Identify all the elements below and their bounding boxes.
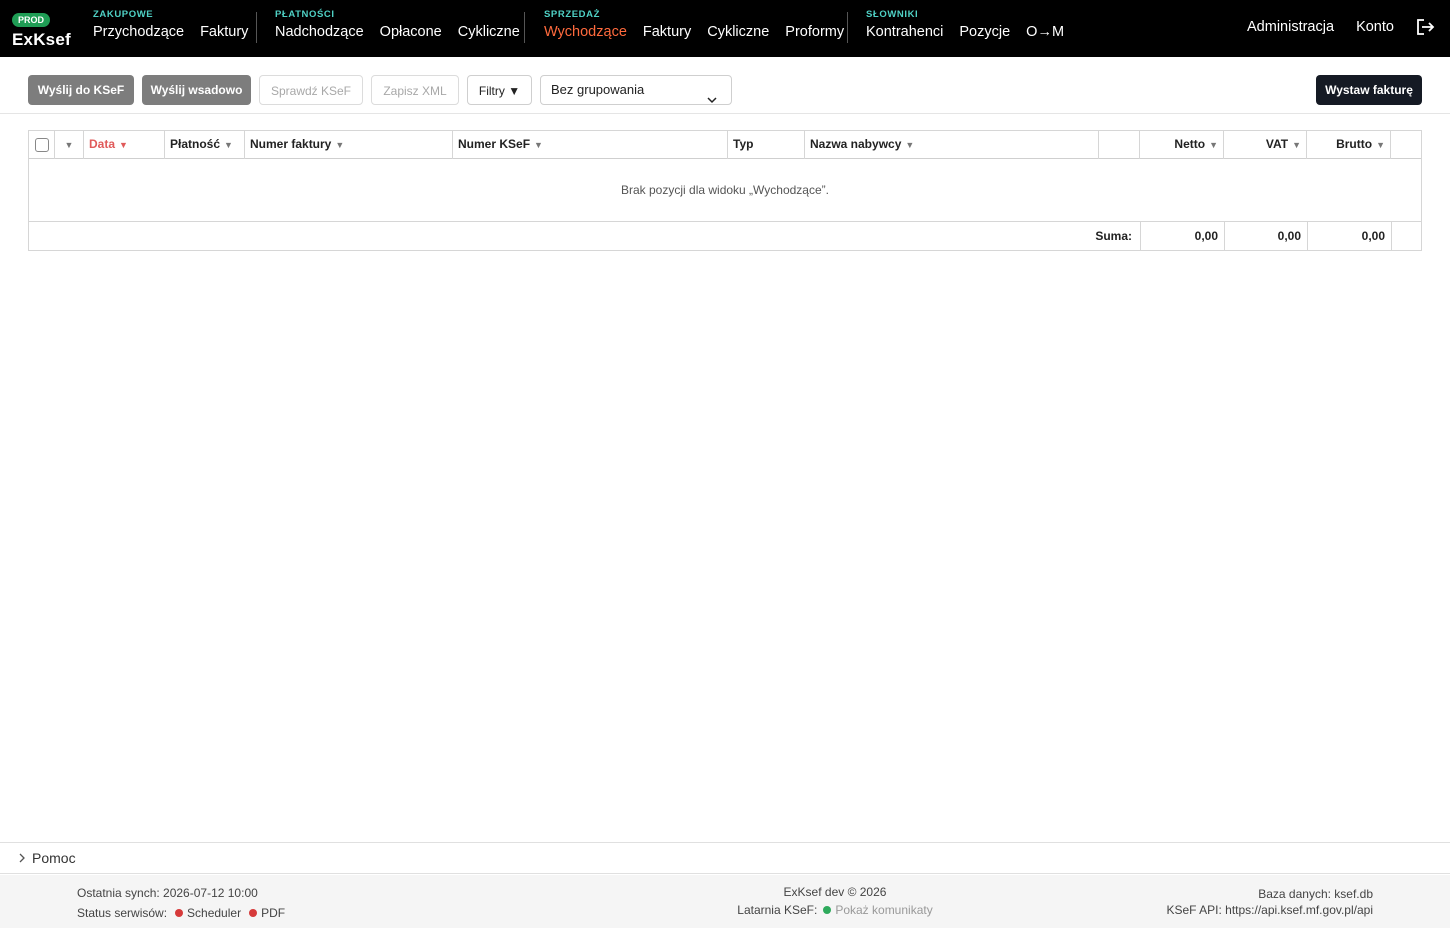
column-label-payment: Płatność <box>170 137 221 151</box>
empty-state-message: Brak pozycji dla widoku „Wychodzące”. <box>29 159 1421 222</box>
row-menu-column[interactable]: ▼ <box>55 131 84 159</box>
nav-item-upcoming[interactable]: Nadchodzące <box>275 24 364 40</box>
chevron-right-icon <box>18 843 26 863</box>
nav-item-positions[interactable]: Pozycje <box>959 24 1010 40</box>
sort-arrow-icon: ▼ <box>1376 140 1385 150</box>
column-header-invoice-number[interactable]: Numer faktury ▼ <box>245 131 453 159</box>
nav-item-account[interactable]: Konto <box>1356 19 1394 35</box>
nav-item-outgoing[interactable]: Wychodzące <box>544 24 627 40</box>
footer: Ostatnia synch: 2026-07-12 10:00 Status … <box>0 875 1450 928</box>
sort-arrow-icon: ▼ <box>534 140 543 150</box>
show-messages-link[interactable]: Pokaż komunikaty <box>835 903 932 917</box>
select-all-cell <box>29 131 55 159</box>
sum-vat: 0,00 <box>1224 222 1307 250</box>
column-header-payment[interactable]: Płatność ▼ <box>165 131 245 159</box>
nav-item-recurring-payments[interactable]: Cykliczne <box>458 24 520 40</box>
select-all-checkbox[interactable] <box>35 138 49 152</box>
column-header-ksef-number[interactable]: Numer KSeF ▼ <box>453 131 728 159</box>
save-xml-button[interactable]: Zapisz XML <box>371 75 459 105</box>
api-text: KSeF API: https://api.ksef.mf.gov.pl/api <box>1166 903 1373 917</box>
column-label-vat: VAT <box>1265 137 1289 151</box>
column-label-gross: Brutto <box>1336 137 1373 151</box>
send-batch-button[interactable]: Wyślij wsadowo <box>142 75 251 105</box>
top-navbar: PROD ExKsef ZAKUPOWE Przychodzące Faktury… <box>0 0 1450 57</box>
brand[interactable]: PROD ExKsef <box>12 10 71 50</box>
nav-item-incoming[interactable]: Przychodzące <box>93 24 184 40</box>
column-header-spacer <box>1099 131 1140 159</box>
env-badge: PROD <box>12 13 51 27</box>
column-label-buyer: Nazwa nabywcy <box>810 137 902 151</box>
grouping-select-value: Bez grupowania <box>551 82 645 97</box>
chevron-down-icon <box>707 86 717 104</box>
nav-item-recurring-sales[interactable]: Cykliczne <box>707 24 769 40</box>
help-toggle[interactable]: Pomoc <box>0 842 1450 874</box>
sort-desc-icon: ▼ <box>119 140 128 150</box>
column-header-date[interactable]: Data ▼ <box>84 131 165 159</box>
column-header-vat[interactable]: VAT ▼ <box>1224 131 1307 159</box>
nav-divider <box>847 12 848 43</box>
nav-group-label: ZAKUPOWE <box>93 9 154 20</box>
beacon-label: Latarnia KSeF: <box>737 903 818 917</box>
send-ksef-button[interactable]: Wyślij do KSeF <box>28 75 134 105</box>
table-sum-row: Suma: 0,00 0,00 0,00 <box>29 222 1421 250</box>
column-header-gross[interactable]: Brutto ▼ <box>1307 131 1391 159</box>
nav-group-label: PŁATNOŚCI <box>275 9 335 20</box>
nav-item-purchase-invoices[interactable]: Faktury <box>200 24 248 40</box>
column-label-date: Data <box>89 137 116 151</box>
toolbar: Wyślij do KSeF Wyślij wsadowo Sprawdź KS… <box>0 57 1450 114</box>
sort-arrow-icon: ▼ <box>1292 140 1301 150</box>
nav-divider <box>524 12 525 43</box>
nav-item-administration[interactable]: Administracja <box>1247 19 1334 35</box>
column-label-ksef-number: Numer KSeF <box>458 137 531 151</box>
beacon-status-dot <box>823 906 832 914</box>
issue-invoice-button[interactable]: Wystaw fakturę <box>1316 75 1422 105</box>
nav-item-proforma[interactable]: Proformy <box>785 24 844 40</box>
nav-group-label: SPRZEDAŻ <box>544 9 600 20</box>
footer-info: Baza danych: ksef.db KSeF API: https://a… <box>1166 886 1373 918</box>
sort-arrow-icon: ▼ <box>1209 140 1218 150</box>
column-label-type: Typ <box>733 137 754 151</box>
column-label-net: Netto <box>1174 137 1206 151</box>
nav-group-label: SŁOWNIKI <box>866 9 919 20</box>
nav-divider <box>256 12 257 43</box>
nav-item-contractors[interactable]: Kontrahenci <box>866 24 943 40</box>
column-menu-arrow-icon: ▼ <box>64 140 74 150</box>
sort-arrow-icon: ▼ <box>224 140 233 150</box>
column-header-type[interactable]: Typ <box>728 131 805 159</box>
nav-right: Administracja Konto <box>1229 19 1436 35</box>
invoices-table: ▼ Data ▼ Płatność ▼ Numer faktury ▼ Numer K… <box>28 130 1422 251</box>
table-header: ▼ Data ▼ Płatność ▼ Numer faktury ▼ Numer K… <box>29 131 1421 159</box>
nav-item-mapping[interactable]: O→M <box>1026 24 1064 40</box>
logout-icon[interactable] <box>1416 19 1436 36</box>
sum-spacer <box>1391 222 1421 250</box>
nav-item-paid[interactable]: Opłacone <box>380 24 442 40</box>
sort-arrow-icon: ▼ <box>335 140 345 150</box>
nav-item-sales-invoices[interactable]: Faktury <box>643 24 691 40</box>
sort-arrow-icon: ▼ <box>905 140 915 150</box>
sum-gross: 0,00 <box>1307 222 1391 250</box>
app-name: ExKsef <box>12 30 71 49</box>
column-label-invoice-number: Numer faktury <box>250 137 332 151</box>
column-header-net[interactable]: Netto ▼ <box>1140 131 1224 159</box>
sum-label: Suma: <box>1095 229 1132 243</box>
sum-net: 0,00 <box>1140 222 1224 250</box>
grouping-select[interactable]: Bez grupowania <box>540 75 732 105</box>
help-label: Pomoc <box>32 850 76 866</box>
database-text: Baza danych: ksef.db <box>1258 887 1373 901</box>
column-header-buyer[interactable]: Nazwa nabywcy ▼ <box>805 131 1099 159</box>
check-ksef-button[interactable]: Sprawdź KSeF <box>259 75 363 105</box>
filters-button[interactable]: Filtry ▼ <box>467 75 532 105</box>
